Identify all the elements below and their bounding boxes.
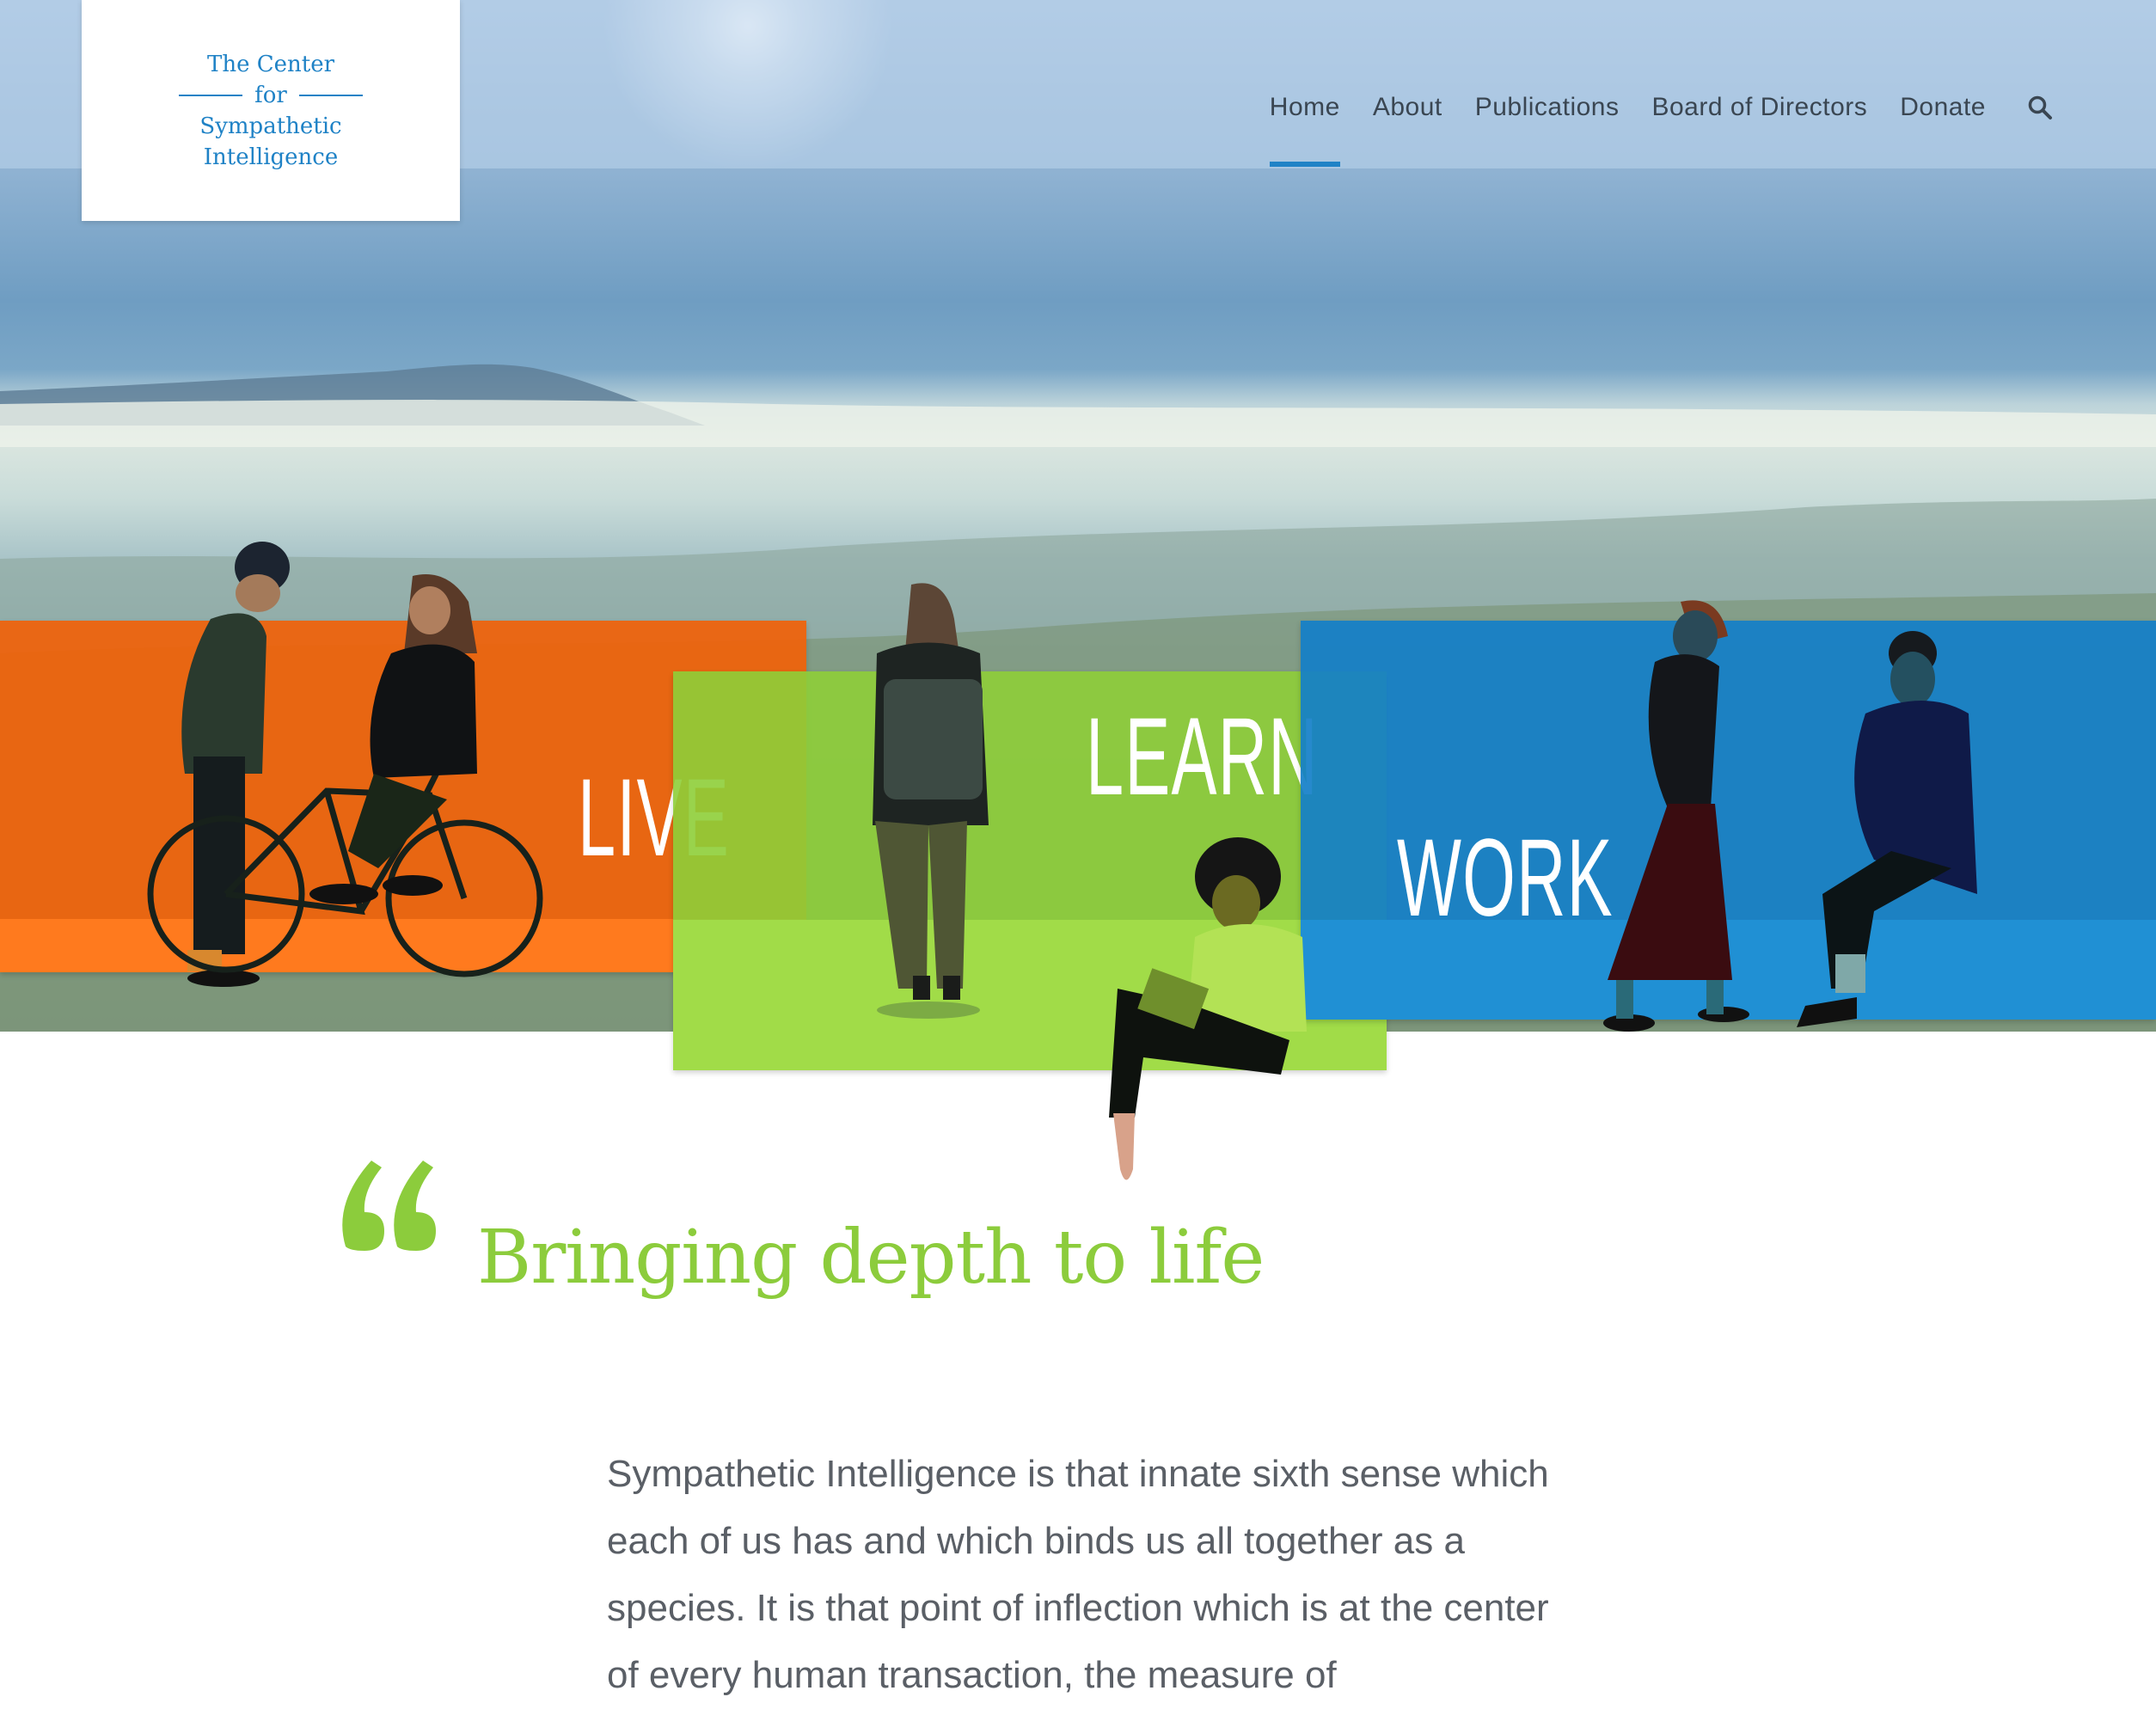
learn-panel[interactable]: LEARN [673, 671, 1387, 1070]
intro-paragraph: Sympathetic Intelligence is that innate … [607, 1453, 1549, 1696]
logo-line-1: The Center [206, 51, 335, 77]
work-panel[interactable]: WORK [1301, 621, 2156, 1020]
learn-panel-lower-band [673, 920, 1387, 1070]
nav-item-about[interactable]: About [1373, 93, 1442, 122]
quote-mark-icon [342, 1161, 436, 1251]
tagline-heading: Bringing depth to life [477, 1215, 1265, 1301]
logo-rule-left [179, 94, 243, 96]
logo-line-4: Intelligence [203, 144, 339, 170]
logo-rule-right [298, 94, 363, 96]
nav-item-publications[interactable]: Publications [1475, 93, 1620, 122]
site-logo[interactable]: The Center for Sympathetic Intelligence [82, 0, 460, 221]
nav-item-board-of-directors[interactable]: Board of Directors [1651, 93, 1867, 122]
logo-line-3: Sympathetic [199, 113, 342, 139]
nav-item-home[interactable]: Home [1269, 93, 1340, 167]
logo-line-2: for [254, 82, 287, 108]
nav-item-donate[interactable]: Donate [1900, 93, 1986, 122]
learn-label: LEARN [1086, 695, 1319, 818]
main-nav: Home About Publications Board of Directo… [1269, 93, 2053, 167]
logo-for-row: for [179, 80, 363, 111]
work-label: WORK [1397, 817, 1614, 940]
search-icon[interactable] [2027, 95, 2053, 120]
